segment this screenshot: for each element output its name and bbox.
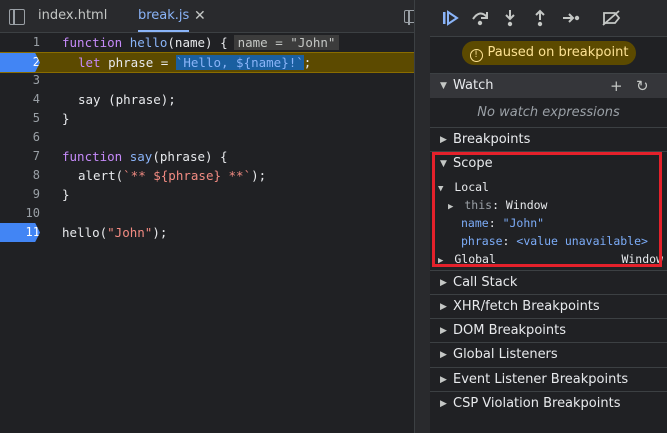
collapsed-triangle-icon: ▶	[440, 135, 447, 145]
line-number[interactable]: 4	[0, 90, 40, 109]
code-line-8: 8 alert(`** ${phrase} **`);	[0, 166, 414, 185]
code-line-5: 5 }	[0, 109, 414, 128]
collapsed-triangle-icon: ▶	[440, 278, 447, 288]
paused-expression: `Hello, ${name}!`	[175, 55, 304, 70]
code-editor: index.html break.js ✕ 1 function hello(n…	[0, 0, 430, 433]
dom-breakpoints-section-header[interactable]: ▶ DOM Breakpoints	[430, 318, 667, 343]
csp-breakpoints-section-header[interactable]: ▶ CSP Violation Breakpoints	[430, 391, 667, 416]
debugger-toolbar	[430, 0, 667, 37]
collapsed-triangle-icon: ▶	[440, 399, 447, 409]
deactivate-breakpoints-icon[interactable]	[601, 8, 621, 28]
line-number[interactable]: 3	[0, 71, 40, 90]
collapsed-triangle-icon: ▶	[440, 375, 447, 385]
watch-section-header[interactable]: ▼ Watch + ↻	[430, 73, 667, 98]
xhr-breakpoints-section-header[interactable]: ▶ XHR/fetch Breakpoints	[430, 294, 667, 319]
breakpoint-marker[interactable]: 2	[0, 53, 40, 72]
info-icon: !	[469, 49, 483, 62]
line-number[interactable]: 9	[0, 185, 40, 204]
code-line-7: 7 function say(phrase) {	[0, 147, 414, 166]
step-out-icon[interactable]	[530, 8, 550, 28]
code-line-11: 11 hello("John");	[0, 223, 414, 242]
code-line-1: 1 function hello(name) {name = "John"	[0, 33, 414, 52]
code-line-6: 6	[0, 128, 414, 147]
call-stack-section-header[interactable]: ▶ Call Stack	[430, 270, 667, 295]
devtools-sources-panel: index.html break.js ✕ 1 function hello(n…	[0, 0, 667, 433]
line-number[interactable]: 1	[0, 33, 40, 52]
collapsed-triangle-icon: ▶	[440, 326, 447, 336]
line-number[interactable]: 10	[0, 204, 40, 223]
line-number[interactable]: 5	[0, 109, 40, 128]
paused-label: Paused on breakpoint	[487, 45, 629, 60]
refresh-icon[interactable]: ↻	[636, 74, 649, 98]
watch-empty-text: No watch expressions	[477, 105, 620, 120]
code-line-3: 3	[0, 71, 414, 90]
line-number[interactable]: 8	[0, 166, 40, 185]
code-line-10: 10	[0, 204, 414, 223]
file-tabs: index.html break.js ✕	[0, 0, 430, 33]
close-tab-icon[interactable]: ✕	[194, 0, 206, 32]
line-number[interactable]: 6	[0, 128, 40, 147]
tab-index-html[interactable]: index.html	[38, 0, 107, 32]
code-line-9: 9 }	[0, 185, 414, 204]
add-watch-icon[interactable]: +	[610, 74, 623, 98]
global-listeners-section-header[interactable]: ▶ Global Listeners	[430, 342, 667, 367]
collapsed-triangle-icon: ▶	[440, 302, 447, 312]
debugger-sidebar: ! Paused on breakpoint ▼ Watch + ↻ No wat…	[430, 0, 667, 433]
step-icon[interactable]	[561, 8, 581, 28]
step-into-icon[interactable]	[500, 8, 520, 28]
step-over-icon[interactable]	[470, 8, 490, 28]
resume-icon[interactable]	[440, 8, 460, 28]
collapsed-triangle-icon: ▶	[440, 350, 447, 360]
breakpoint-marker[interactable]: 11	[0, 223, 40, 242]
tab-break-js[interactable]: break.js	[138, 0, 190, 32]
inline-value: name = "John"	[233, 35, 340, 50]
expand-triangle-icon: ▼	[440, 81, 447, 91]
code-line-4: 4 say (phrase);	[0, 90, 414, 109]
paused-status-badge: ! Paused on breakpoint	[462, 41, 636, 65]
breakpoints-section-header[interactable]: ▶ Breakpoints	[430, 127, 667, 152]
line-number[interactable]: 7	[0, 147, 40, 166]
event-listener-breakpoints-section-header[interactable]: ▶ Event Listener Breakpoints	[430, 367, 667, 392]
code-line-2-paused: 2 let phrase = `Hello, ${name}!`;	[0, 52, 414, 73]
scope-highlight-box	[432, 152, 662, 267]
toggle-navigator-icon[interactable]	[9, 9, 25, 25]
